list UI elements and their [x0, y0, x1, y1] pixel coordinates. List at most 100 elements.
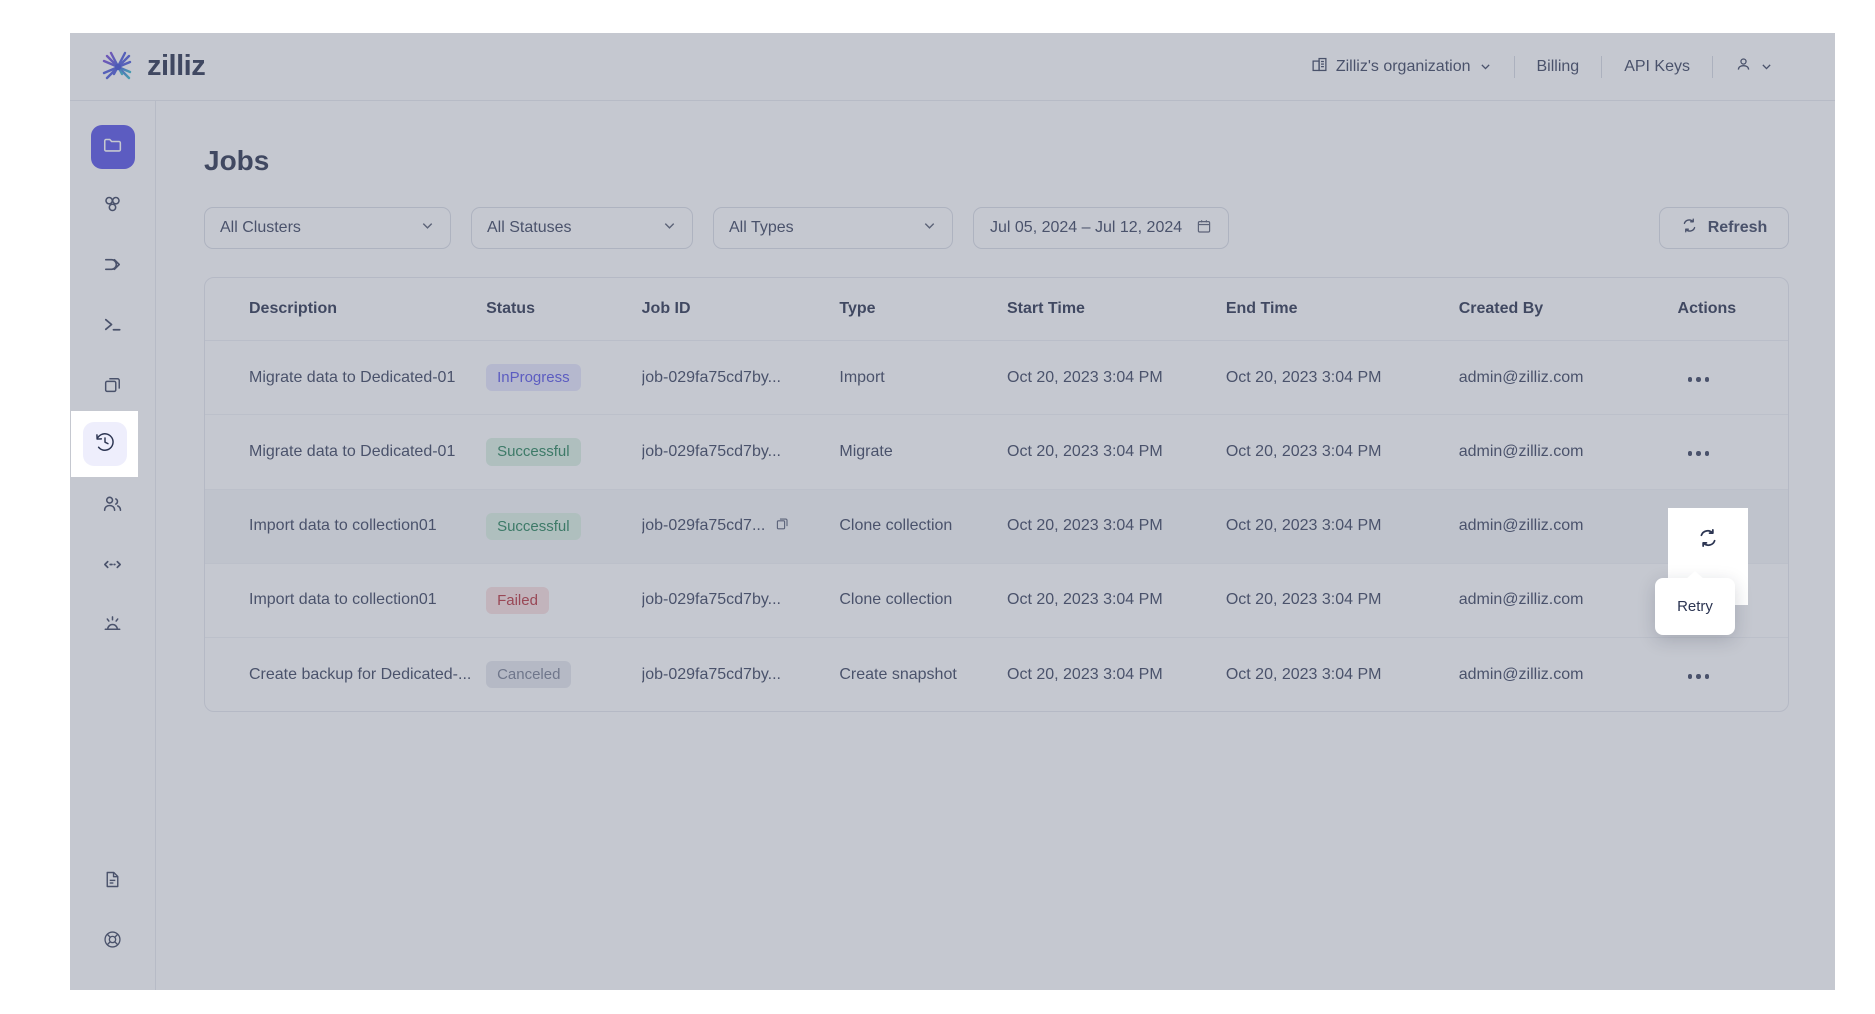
table-row[interactable]: Import data to collection01Successful job…	[205, 489, 1788, 563]
sidebar	[70, 101, 156, 990]
sidebar-item-api[interactable]	[70, 537, 155, 597]
sidebar-item-pipelines[interactable]	[70, 237, 155, 297]
building-icon	[1311, 56, 1328, 78]
sidebar-item-backups[interactable]	[70, 357, 155, 417]
chevron-down-icon	[922, 218, 937, 238]
cell-type: Clone collection	[839, 563, 1007, 637]
chevron-down-icon	[420, 218, 435, 238]
retry-tooltip-label: Retry	[1677, 598, 1713, 615]
users-icon	[101, 493, 124, 521]
account-menu[interactable]	[1713, 56, 1795, 78]
sidebar-item-clusters[interactable]	[70, 177, 155, 237]
calendar-icon	[1196, 218, 1212, 239]
cell-status: Successful	[486, 489, 642, 563]
tooltip-arrow-icon	[1686, 571, 1704, 579]
table-row[interactable]: Create backup for Dedicated-...Canceledj…	[205, 638, 1788, 712]
copy-icon[interactable]	[775, 516, 791, 537]
cell-actions	[1678, 415, 1788, 489]
sidebar-item-help[interactable]	[70, 912, 155, 972]
pipeline-arrow-icon	[101, 253, 124, 281]
col-actions: Actions	[1678, 278, 1788, 341]
sidebar-item-alerts[interactable]	[70, 597, 155, 657]
job-id-text: job-029fa75cd7by...	[642, 443, 781, 461]
cell-job-id: job-029fa75cd7by...	[642, 341, 840, 415]
jobs-table: Description Status Job ID Type Start Tim…	[205, 278, 1788, 711]
date-range-picker[interactable]: Jul 05, 2024 – Jul 12, 2024	[973, 207, 1229, 249]
zilliz-starburst-logo-icon	[98, 47, 138, 87]
retry-refresh-icon[interactable]	[1697, 527, 1719, 554]
cell-description: Create backup for Dedicated-...	[205, 638, 486, 712]
table-row[interactable]: Import data to collection01Failedjob-029…	[205, 563, 1788, 637]
cell-end-time: Oct 20, 2023 3:04 PM	[1226, 638, 1459, 712]
cell-status: Failed	[486, 563, 642, 637]
refresh-icon	[1681, 217, 1698, 239]
cell-actions	[1678, 638, 1788, 712]
refresh-button[interactable]: Refresh	[1659, 207, 1789, 249]
status-filter-select[interactable]: All Statuses	[471, 207, 693, 249]
status-badge: Failed	[486, 587, 549, 614]
cell-start-time: Oct 20, 2023 3:04 PM	[1007, 638, 1226, 712]
status-badge: InProgress	[486, 364, 581, 391]
sidebar-jobs-spotlight[interactable]	[71, 411, 138, 477]
user-icon	[1735, 56, 1752, 78]
job-id-text: job-029fa75cd7by...	[642, 369, 781, 387]
cell-end-time: Oct 20, 2023 3:04 PM	[1226, 341, 1459, 415]
col-end-time: End Time	[1226, 278, 1459, 341]
document-icon	[102, 869, 123, 895]
table-row[interactable]: Migrate data to Dedicated-01InProgress jo…	[205, 341, 1788, 415]
cell-end-time: Oct 20, 2023 3:04 PM	[1226, 489, 1459, 563]
table-header-row: Description Status Job ID Type Start Tim…	[205, 278, 1788, 341]
row-actions-kebab-icon[interactable]	[1678, 451, 1710, 456]
cell-created-by: admin@zilliz.com	[1459, 489, 1678, 563]
history-clock-icon	[94, 431, 116, 458]
page-title: Jobs	[204, 145, 1789, 177]
cell-description: Migrate data to Dedicated-01	[205, 341, 486, 415]
col-status: Status	[486, 278, 642, 341]
app-window: zilliz Zilliz's organization	[70, 33, 1835, 990]
job-id-wrapper: job-029fa75cd7...	[642, 516, 840, 537]
col-description: Description	[205, 278, 486, 341]
cell-status: Successful	[486, 415, 642, 489]
cell-type: Clone collection	[839, 489, 1007, 563]
type-filter-value: All Types	[729, 219, 794, 237]
status-badge: Successful	[486, 438, 581, 465]
job-id-text: job-029fa75cd7...	[642, 517, 766, 535]
sidebar-item-console[interactable]	[70, 297, 155, 357]
chevron-down-icon	[662, 218, 677, 238]
job-id-wrapper: job-029fa75cd7by...	[642, 443, 840, 461]
jobs-table-card: Description Status Job ID Type Start Tim…	[204, 277, 1789, 712]
cell-end-time: Oct 20, 2023 3:04 PM	[1226, 415, 1459, 489]
brand-logo[interactable]: zilliz	[98, 47, 205, 87]
header-actions: Zilliz's organization Billing API Keys	[1289, 33, 1795, 100]
cell-job-id: job-029fa75cd7...	[642, 489, 840, 563]
filter-bar: All Clusters All Statuses All Types	[204, 207, 1789, 249]
sidebar-item-projects[interactable]	[70, 117, 155, 177]
col-created-by: Created By	[1459, 278, 1678, 341]
cell-description: Import data to collection01	[205, 489, 486, 563]
app-header: zilliz Zilliz's organization	[70, 33, 1835, 101]
code-brackets-icon	[101, 553, 124, 581]
main-content: Jobs All Clusters All Statuses	[156, 101, 1835, 990]
cell-description: Migrate data to Dedicated-01	[205, 415, 486, 489]
table-head: Description Status Job ID Type Start Tim…	[205, 278, 1788, 341]
type-filter-select[interactable]: All Types	[713, 207, 953, 249]
sidebar-item-docs[interactable]	[70, 852, 155, 912]
alert-lamp-icon	[101, 613, 124, 641]
row-actions-kebab-icon[interactable]	[1678, 377, 1710, 382]
status-badge: Successful	[486, 513, 581, 540]
billing-link[interactable]: Billing	[1515, 58, 1602, 76]
cell-job-id: job-029fa75cd7by...	[642, 563, 840, 637]
cell-created-by: admin@zilliz.com	[1459, 638, 1678, 712]
sidebar-item-users[interactable]	[70, 477, 155, 537]
cell-end-time: Oct 20, 2023 3:04 PM	[1226, 563, 1459, 637]
folder-icon	[102, 134, 124, 161]
cell-created-by: admin@zilliz.com	[1459, 415, 1678, 489]
org-name: Zilliz's organization	[1336, 58, 1471, 76]
org-switcher[interactable]: Zilliz's organization	[1289, 56, 1514, 78]
table-row[interactable]: Migrate data to Dedicated-01Successful jo…	[205, 415, 1788, 489]
api-keys-link[interactable]: API Keys	[1602, 58, 1712, 76]
cluster-filter-value: All Clusters	[220, 219, 301, 237]
row-actions-kebab-icon[interactable]	[1678, 674, 1710, 679]
cluster-filter-select[interactable]: All Clusters	[204, 207, 451, 249]
chevron-down-icon	[1760, 60, 1773, 73]
